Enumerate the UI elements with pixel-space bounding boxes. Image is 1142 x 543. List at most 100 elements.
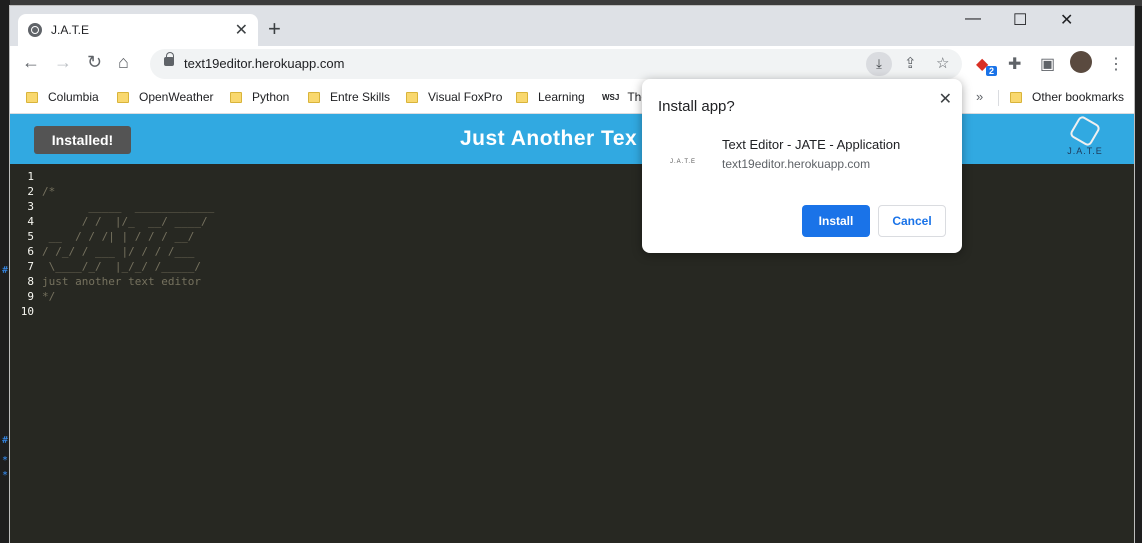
minimize-button[interactable]: — bbox=[965, 10, 981, 28]
line-code: _____ ____________ bbox=[42, 200, 215, 213]
dialog-app-name: Text Editor - JATE - Application bbox=[722, 137, 901, 152]
tab-strip: J.A.T.E ✕ + — ☐ ✕ bbox=[10, 6, 1134, 46]
dialog-app-origin: text19editor.herokuapp.com bbox=[722, 157, 871, 171]
back-arrow-icon[interactable]: ← bbox=[22, 52, 40, 73]
install-button[interactable]: Install bbox=[802, 205, 870, 237]
app-logo: J.A.T.E bbox=[1062, 114, 1108, 161]
bookmark-label: Columbia bbox=[48, 90, 99, 104]
cancel-button[interactable]: Cancel bbox=[878, 205, 946, 237]
logo-text: J.A.T.E bbox=[1067, 146, 1103, 156]
editor-line: 10 bbox=[10, 304, 1134, 319]
install-app-dialog: Install app? ✕ J.A.T.E Text Editor - JAT… bbox=[642, 79, 962, 253]
vscode-hash-marker: # bbox=[2, 265, 9, 276]
url-text[interactable]: text19editor.herokuapp.com bbox=[184, 56, 344, 71]
line-code: \____/_/ |_/_/ /_____/ bbox=[42, 260, 201, 273]
line-number: 1 bbox=[27, 170, 34, 183]
line-code: / / |/_ __/ ____/ bbox=[42, 215, 208, 228]
bookmark-item[interactable]: Entre Skills bbox=[308, 90, 390, 104]
code-editor[interactable]: 1 2 /* 3 _____ ____________ 4 / / |/_ __/… bbox=[10, 169, 1134, 319]
bookmark-label: Visual FoxPro bbox=[428, 90, 503, 104]
editor-line: 6 / /_/ / ___ |/ / / /___ bbox=[10, 244, 1134, 259]
line-code: */ bbox=[42, 290, 56, 303]
folder-icon bbox=[516, 91, 528, 103]
browser-window: J.A.T.E ✕ + — ☐ ✕ ← → ↻ ⌂ text19editor.h… bbox=[9, 5, 1135, 543]
app-title: Just Another Tex bbox=[460, 127, 638, 150]
side-panel-icon[interactable]: ▣ bbox=[1040, 54, 1055, 74]
logo-hexagon-icon bbox=[1068, 114, 1102, 148]
tab-title: J.A.T.E bbox=[51, 23, 90, 37]
editor-line: 5 __ / / /| | / / / __/ bbox=[10, 229, 1134, 244]
folder-icon bbox=[26, 91, 38, 103]
bookmarks-overflow-icon[interactable]: » bbox=[976, 89, 983, 104]
line-number: 7 bbox=[27, 260, 34, 273]
bookmark-label: Learning bbox=[538, 90, 585, 104]
home-icon[interactable]: ⌂ bbox=[118, 52, 129, 73]
window-close-button[interactable]: ✕ bbox=[1060, 10, 1073, 30]
forward-arrow-icon[interactable]: → bbox=[54, 52, 72, 73]
lock-icon[interactable] bbox=[164, 52, 174, 66]
editor-line: 7 \____/_/ |_/_/ /_____/ bbox=[10, 259, 1134, 274]
vscode-star-marker: * bbox=[2, 455, 9, 466]
line-number: 2 bbox=[27, 185, 34, 198]
bookmarks-bar: Columbia OpenWeather Python Entre Skills… bbox=[10, 82, 1134, 114]
bookmark-star-icon[interactable]: ☆ bbox=[936, 54, 949, 72]
toolbar: ← → ↻ ⌂ text19editor.herokuapp.com ⤓ ⇪ ☆… bbox=[10, 46, 1134, 82]
line-code: / /_/ / ___ |/ / / /___ bbox=[42, 245, 195, 258]
line-number: 5 bbox=[27, 230, 34, 243]
close-tab-icon[interactable]: ✕ bbox=[235, 20, 248, 40]
folder-icon bbox=[230, 91, 242, 103]
bookmarks-divider bbox=[998, 90, 999, 106]
editor-line: 2 /* bbox=[10, 184, 1134, 199]
reload-icon[interactable]: ↻ bbox=[87, 52, 102, 73]
bookmark-item[interactable]: Learning bbox=[516, 90, 585, 104]
folder-icon bbox=[308, 91, 320, 103]
new-tab-button[interactable]: + bbox=[268, 16, 281, 42]
wsj-icon: WSJ bbox=[602, 92, 620, 102]
bookmark-item[interactable]: OpenWeather bbox=[117, 90, 214, 104]
browser-tab[interactable]: J.A.T.E ✕ bbox=[18, 14, 258, 46]
maximize-button[interactable]: ☐ bbox=[1013, 10, 1027, 30]
vscode-hash-marker: # bbox=[2, 435, 9, 446]
line-number: 9 bbox=[27, 290, 34, 303]
vscode-star-marker: * bbox=[2, 470, 9, 481]
app-header: Installed! Just Another Tex J.A.T.E bbox=[10, 114, 1134, 164]
share-icon[interactable]: ⇪ bbox=[904, 54, 917, 72]
line-number: 8 bbox=[27, 275, 34, 288]
bookmark-item[interactable]: Visual FoxPro bbox=[406, 90, 502, 104]
bookmark-label: Python bbox=[252, 90, 290, 104]
other-bookmarks[interactable]: Other bookmarks bbox=[1010, 90, 1124, 104]
line-code: just another text editor bbox=[42, 275, 201, 288]
bookmark-item[interactable]: Python bbox=[230, 90, 289, 104]
editor-line: 8 just another text editor bbox=[10, 274, 1134, 289]
line-number: 10 bbox=[20, 305, 34, 318]
line-code: __ / / /| | / / / __/ bbox=[42, 230, 195, 243]
folder-icon bbox=[406, 91, 418, 103]
install-app-icon[interactable]: ⤓ bbox=[866, 52, 892, 76]
puzzle-extensions-icon[interactable]: ✚ bbox=[1008, 54, 1021, 74]
dialog-title: Install app? bbox=[658, 98, 735, 115]
bookmark-item[interactable]: Columbia bbox=[26, 90, 99, 104]
editor-line: 9 */ bbox=[10, 289, 1134, 304]
line-number: 3 bbox=[27, 200, 34, 213]
editor-line: 1 bbox=[10, 169, 1134, 184]
address-bar[interactable]: text19editor.herokuapp.com ⤓ ⇪ ☆ bbox=[150, 49, 962, 79]
bookmark-label: Entre Skills bbox=[330, 90, 391, 104]
menu-kebab-icon[interactable]: ⋮ bbox=[1108, 54, 1124, 74]
folder-icon bbox=[1010, 91, 1022, 103]
globe-icon bbox=[28, 23, 42, 37]
extension-badge: 2 bbox=[986, 66, 998, 76]
install-status-button[interactable]: Installed! bbox=[34, 126, 131, 154]
editor-line: 4 / / |/_ __/ ____/ bbox=[10, 214, 1134, 229]
editor-line: 3 _____ ____________ bbox=[10, 199, 1134, 214]
app-icon: J.A.T.E bbox=[670, 159, 697, 165]
bookmark-label: OpenWeather bbox=[139, 90, 214, 104]
app-page: Installed! Just Another Tex J.A.T.E 1 2 /… bbox=[10, 114, 1134, 543]
folder-icon bbox=[117, 91, 129, 103]
dialog-close-icon[interactable]: ✕ bbox=[939, 89, 952, 109]
line-code: /* bbox=[42, 185, 56, 198]
profile-avatar[interactable] bbox=[1070, 51, 1092, 73]
bookmark-label: Other bookmarks bbox=[1032, 90, 1125, 104]
line-number: 4 bbox=[27, 215, 34, 228]
